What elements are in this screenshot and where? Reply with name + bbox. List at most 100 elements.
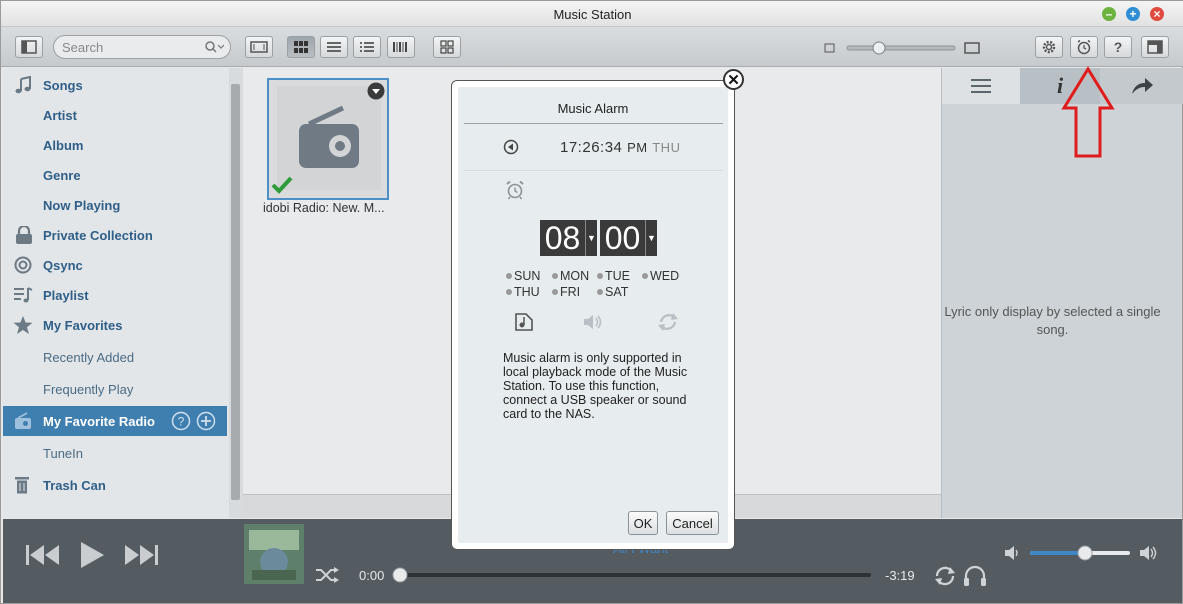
album-view-button[interactable] (387, 36, 415, 58)
sidebar-item-my-favorite-radio[interactable]: My Favorite Radio ? (3, 406, 227, 436)
volume-high-icon[interactable] (1139, 545, 1159, 561)
progress-knob[interactable] (392, 567, 408, 583)
maximize-button[interactable]: + (1126, 7, 1140, 21)
sidebar-item-label: TuneIn (43, 445, 83, 461)
music-source-icon[interactable] (513, 311, 535, 333)
lines-icon (971, 79, 991, 93)
thumbnail-view-button[interactable] (287, 36, 315, 58)
progress-bar[interactable] (391, 566, 875, 584)
volume-knob[interactable] (1077, 545, 1093, 561)
day-toggle-mon[interactable]: MON (552, 269, 589, 283)
red-arrow-annotation (1061, 66, 1115, 158)
alarm-button[interactable] (1070, 36, 1098, 58)
tile-menu-dropdown-icon[interactable] (367, 82, 385, 100)
volume-slider[interactable] (1027, 545, 1133, 561)
sidebar-item-now-playing[interactable]: Now Playing (3, 190, 227, 220)
divider (464, 123, 723, 124)
album-art-thumbnail[interactable] (244, 524, 304, 584)
tab-lyrics[interactable] (942, 68, 1020, 104)
star-icon (13, 316, 33, 334)
music-alarm-dialog: Music Alarm 17:26:34 PM THU 08 ▼ 00 ▼ SU… (451, 80, 735, 550)
sidebar-item-label: Playlist (43, 287, 89, 303)
day-toggle-sun[interactable]: SUN (506, 269, 540, 283)
repeat-icon[interactable] (656, 310, 680, 334)
sync-icon (14, 256, 32, 274)
repeat-icon[interactable] (933, 565, 957, 587)
cover-flow-view-button[interactable] (245, 36, 273, 58)
volume-icon[interactable] (583, 313, 605, 331)
day-label: SUN (514, 269, 541, 283)
previous-track-icon[interactable] (25, 543, 61, 567)
day-toggle-thu[interactable]: THU (506, 285, 540, 299)
multi-select-button[interactable] (433, 36, 461, 58)
current-time-display: 17:26:34 PM THU (560, 139, 680, 156)
search-icon[interactable] (204, 40, 224, 54)
sidebar-item-tunein[interactable]: TuneIn (3, 438, 227, 468)
sidebar-item-recently-added[interactable]: Recently Added (3, 342, 227, 372)
sidebar-item-album[interactable]: Album (3, 130, 227, 160)
toggle-right-panel-button[interactable] (1141, 36, 1169, 58)
dialog-close-button[interactable]: ✕ (723, 69, 744, 90)
close-window-button[interactable]: × (1150, 7, 1164, 21)
radio-icon (15, 412, 31, 429)
sidebar-item-genre[interactable]: Genre (3, 160, 227, 190)
day-label: WED (650, 269, 680, 283)
next-track-icon[interactable] (123, 543, 159, 567)
lyric-placeholder: Lyric only display by selected a single … (944, 304, 1161, 337)
detail-list-view-button[interactable] (353, 36, 381, 58)
music-note-icon (15, 76, 31, 94)
music-station-window: Music Station – + × Search ? Songs Artis… (0, 0, 1183, 604)
sidebar-item-qsync[interactable]: Qsync (3, 250, 227, 280)
ok-button[interactable]: OK (628, 511, 658, 535)
search-box[interactable] (53, 35, 231, 59)
alarm-minute-value[interactable]: 00 (600, 220, 645, 256)
day-toggle-sat[interactable]: SAT (597, 285, 628, 299)
day-label: FRI (560, 285, 581, 299)
day-toggle-fri[interactable]: FRI (552, 285, 580, 299)
play-icon[interactable] (79, 541, 105, 569)
list-view-button[interactable] (320, 36, 348, 58)
alarm-hour-dropdown[interactable]: ▼ (585, 220, 597, 256)
headphones-icon[interactable] (963, 565, 987, 587)
search-input[interactable] (62, 40, 202, 55)
thumbnail-size-slider[interactable] (823, 40, 983, 56)
shuffle-icon[interactable] (315, 567, 339, 583)
radio-tile[interactable] (267, 78, 389, 200)
small-size-icon (824, 43, 835, 53)
day-label: SAT (605, 285, 629, 299)
back-circle-icon[interactable] (503, 139, 519, 155)
alarm-hour-value[interactable]: 08 (540, 220, 585, 256)
sidebar-item-playlist[interactable]: Playlist (3, 280, 227, 310)
lock-icon (16, 226, 32, 244)
sidebar-item-my-favorites[interactable]: My Favorites (3, 310, 227, 340)
sidebar-item-frequently-play[interactable]: Frequently Play (3, 374, 227, 404)
day-toggle-wed[interactable]: WED (642, 269, 679, 283)
add-circle-icon[interactable] (196, 411, 216, 431)
large-size-icon (964, 42, 980, 54)
volume-low-icon[interactable] (1004, 545, 1022, 561)
right-panel-icon (1147, 40, 1163, 54)
minimize-button[interactable]: – (1102, 7, 1116, 21)
sidebar-item-private-collection[interactable]: Private Collection (3, 220, 227, 250)
alarm-minute-dropdown[interactable]: ▼ (645, 220, 657, 256)
volume-fill (1030, 551, 1085, 555)
radio-tile-label[interactable]: idobi Radio: New. M... (263, 201, 385, 215)
toggle-sidebar-button[interactable] (15, 36, 43, 58)
day-toggle-tue[interactable]: TUE (597, 269, 630, 283)
playlist-icon (14, 287, 33, 303)
current-time: 17:26:34 (560, 139, 623, 156)
help-circle-icon[interactable]: ? (171, 411, 191, 431)
sidebar-item-artist[interactable]: Artist (3, 100, 227, 130)
help-button[interactable]: ? (1104, 36, 1132, 58)
window-title: Music Station (553, 7, 632, 22)
sidebar-scrollbar[interactable] (229, 68, 243, 518)
sidebar-item-label: Now Playing (43, 197, 121, 213)
cancel-button[interactable]: Cancel (666, 511, 719, 535)
sidebar-item-label: Recently Added (43, 349, 135, 365)
sidebar-item-label: Album (43, 137, 84, 153)
scrollbar-thumb[interactable] (231, 84, 240, 500)
alarm-clock-icon (1077, 39, 1091, 55)
sidebar-item-songs[interactable]: Songs (3, 70, 227, 100)
settings-button[interactable] (1035, 36, 1063, 58)
sidebar-item-trash-can[interactable]: Trash Can (3, 470, 227, 500)
